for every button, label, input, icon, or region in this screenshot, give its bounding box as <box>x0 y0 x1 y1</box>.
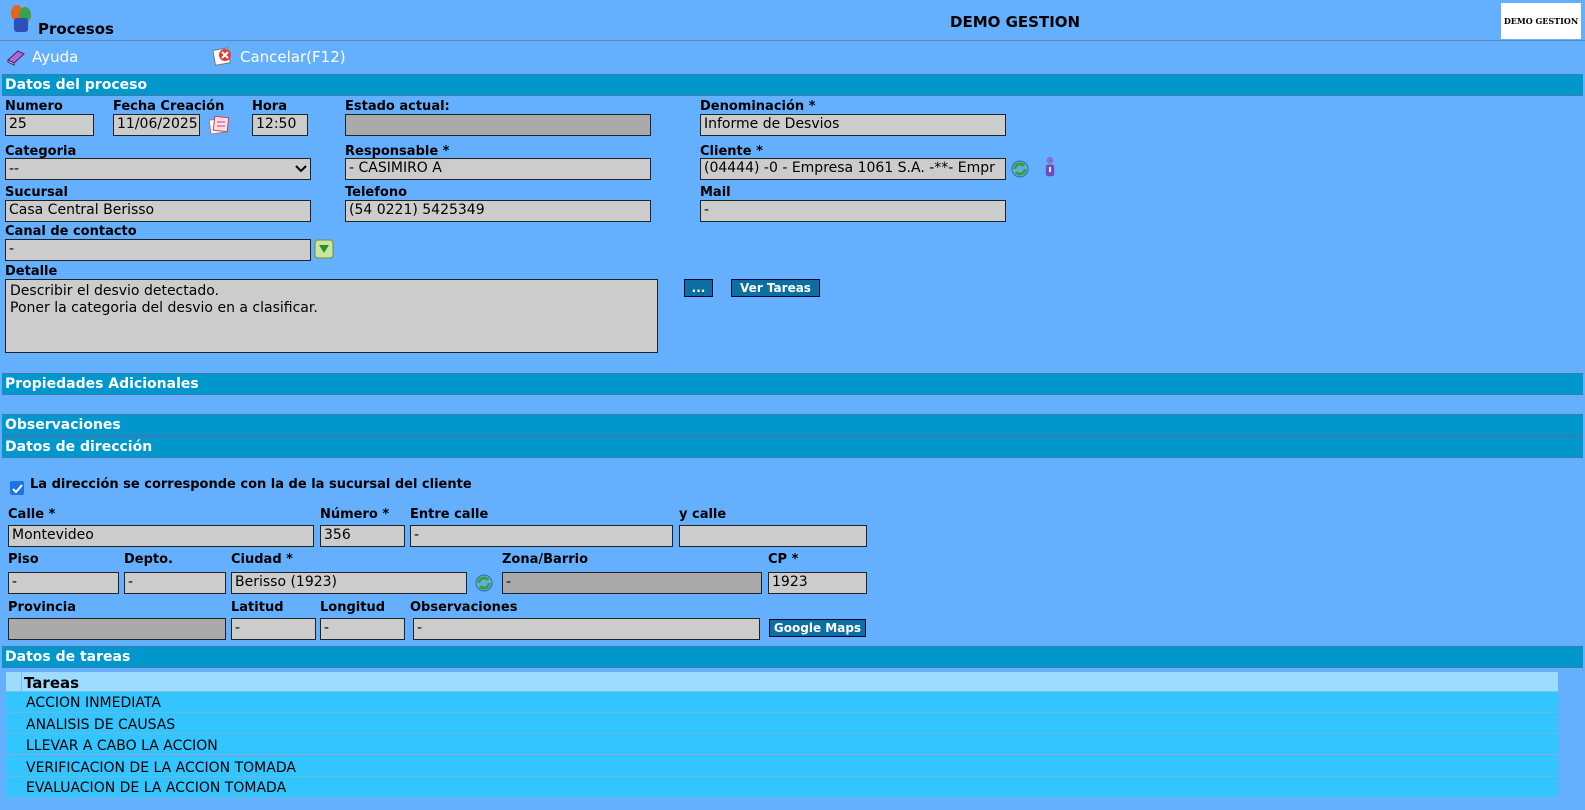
ver-tareas-button[interactable]: Ver Tareas <box>731 279 820 297</box>
mail-field[interactable]: - <box>700 200 1006 222</box>
cliente-label: Cliente * <box>700 144 763 159</box>
telefono-field[interactable]: (54 0221) 5425349 <box>345 200 651 222</box>
estado-field <box>345 114 651 136</box>
telefono-label: Telefono <box>345 185 408 200</box>
misma-direccion-label: La dirección se corresponde con la de la… <box>30 477 472 492</box>
longitud-label: Longitud <box>320 600 386 615</box>
responsable-field[interactable]: - CASIMIRO A <box>345 158 651 180</box>
provincia-label: Provincia <box>8 600 76 615</box>
categoria-value: -- <box>9 161 20 177</box>
section-tareas: Datos de tareas <box>2 646 1583 668</box>
check-icon <box>11 483 23 493</box>
section-datos-proceso: Datos del proceso <box>2 74 1583 96</box>
refresh-icon[interactable] <box>1009 158 1031 180</box>
dir-observaciones-label: Observaciones <box>410 600 518 615</box>
calle-field[interactable]: Montevideo <box>8 525 314 547</box>
latitud-label: Latitud <box>231 600 284 615</box>
table-row-label: VERIFICACION DE LA ACCION TOMADA <box>26 760 296 776</box>
zona-field: - <box>502 572 762 594</box>
hora-label: Hora <box>252 99 287 114</box>
table-row-label: ANALISIS DE CAUSAS <box>26 717 176 733</box>
sucursal-field[interactable]: Casa Central Berisso <box>5 200 311 222</box>
app-window: Procesos DEMO GESTION DEMO GESTION Ayuda… <box>0 0 1585 810</box>
cancel-icon <box>212 47 231 66</box>
zona-label: Zona/Barrio <box>502 552 589 567</box>
detalle-line-1: Describir el desvio detectado. <box>10 283 219 299</box>
calendar-icon[interactable] <box>208 114 230 136</box>
dropdown-arrow-icon[interactable] <box>313 238 335 260</box>
help-button[interactable]: Ayuda <box>6 48 78 66</box>
tareas-grid-header <box>6 672 1558 692</box>
piso-field[interactable]: - <box>8 572 119 594</box>
grid-corner <box>6 672 22 692</box>
cp-field[interactable]: 1923 <box>768 572 867 594</box>
user-search-icon[interactable] <box>1039 156 1061 178</box>
misma-direccion-checkbox[interactable] <box>10 481 24 495</box>
app-logo-icon <box>11 5 31 32</box>
section-direccion: Datos de dirección <box>2 436 1583 458</box>
depto-field[interactable]: - <box>124 572 226 594</box>
numero-label: Numero <box>5 99 63 114</box>
categoria-select[interactable]: -- <box>5 158 311 180</box>
estado-label: Estado actual: <box>345 99 450 114</box>
title-bar <box>0 0 1585 41</box>
table-row-label: EVALUACION DE LA ACCION TOMADA <box>26 780 287 796</box>
section-observaciones[interactable]: Observaciones <box>2 414 1583 436</box>
numero-field[interactable]: 25 <box>5 114 94 136</box>
dir-observaciones-field[interactable]: - <box>413 618 760 640</box>
detalle-line-2: Poner la categoria del desvio en a clasi… <box>10 300 318 316</box>
page-title: DEMO GESTION <box>950 13 1081 31</box>
ciudad-refresh-icon[interactable] <box>473 572 495 594</box>
table-row-label: LLEVAR A CABO LA ACCION <box>26 738 218 754</box>
entre-calle-field[interactable]: - <box>410 525 673 547</box>
canal-label: Canal de contacto <box>5 224 137 239</box>
fecha-field[interactable]: 11/06/2025 <box>113 114 200 136</box>
longitud-field[interactable]: - <box>320 618 405 640</box>
table-row[interactable] <box>6 713 1558 734</box>
y-calle-label: y calle <box>679 507 727 522</box>
google-maps-button[interactable]: Google Maps <box>769 619 866 637</box>
help-label: Ayuda <box>32 48 79 66</box>
categoria-label: Categoria <box>5 144 77 159</box>
ciudad-field[interactable]: Berisso (1923) <box>231 572 467 594</box>
latitud-field[interactable]: - <box>231 618 316 640</box>
detalle-textarea[interactable]: Describir el desvio detectado. Poner la … <box>5 279 658 353</box>
table-row[interactable] <box>6 734 1558 755</box>
denominacion-field[interactable]: Informe de Desvios <box>700 114 1006 136</box>
app-title: Procesos <box>38 20 114 38</box>
responsable-label: Responsable * <box>345 144 450 159</box>
hora-field[interactable]: 12:50 <box>252 114 308 136</box>
piso-label: Piso <box>8 552 39 567</box>
section-propiedades[interactable]: Propiedades Adicionales <box>2 373 1583 395</box>
chevron-down-icon <box>295 165 307 173</box>
dir-numero-field[interactable]: 356 <box>320 525 405 547</box>
calle-label: Calle * <box>8 507 56 522</box>
sucursal-label: Sucursal <box>5 185 68 200</box>
cliente-field[interactable]: (04444) -0 - Empresa 1061 S.A. -**- Empr <box>700 158 1006 180</box>
provincia-field <box>8 618 226 640</box>
depto-label: Depto. <box>124 552 173 567</box>
entre-calle-label: Entre calle <box>410 507 489 522</box>
canal-field[interactable]: - <box>5 239 311 261</box>
fecha-label: Fecha Creación <box>113 99 225 114</box>
book-icon <box>7 50 25 66</box>
company-logo: DEMO GESTION <box>1501 3 1581 39</box>
denominacion-label: Denominación * <box>700 99 816 114</box>
dir-numero-label: Número * <box>320 507 390 522</box>
detalle-label: Detalle <box>5 264 58 279</box>
mail-label: Mail <box>700 185 731 200</box>
table-row[interactable] <box>6 692 1558 713</box>
y-calle-field[interactable] <box>679 525 867 547</box>
more-button[interactable]: ... <box>684 279 713 297</box>
cancel-label: Cancelar(F12) <box>240 48 346 66</box>
tareas-column-header[interactable]: Tareas <box>24 674 79 692</box>
cancel-button[interactable]: Cancelar(F12) <box>212 46 346 68</box>
cp-label: CP * <box>768 552 799 567</box>
ciudad-label: Ciudad * <box>231 552 293 567</box>
table-row-label: ACCION INMEDIATA <box>26 695 161 711</box>
